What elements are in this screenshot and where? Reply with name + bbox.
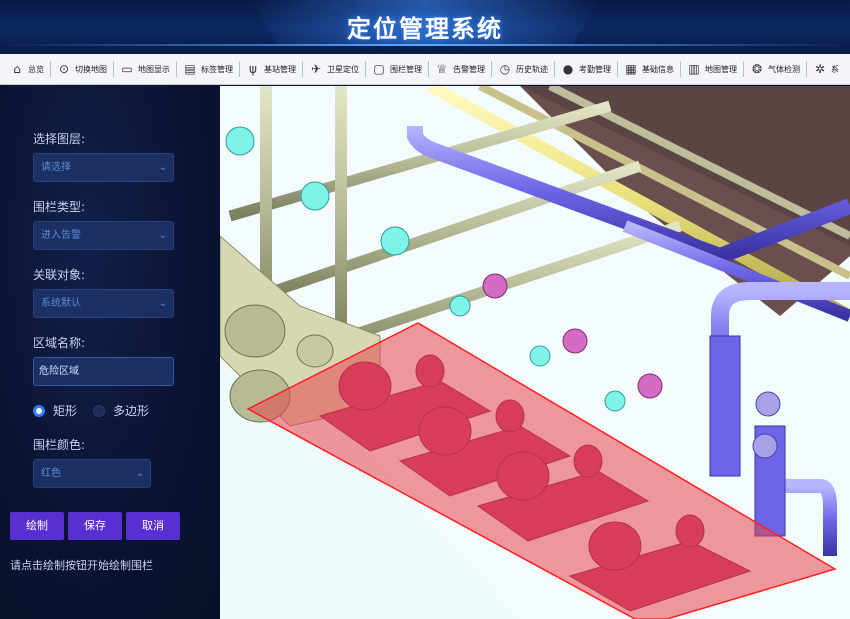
nav-item-label: 标签管理 [201, 64, 233, 74]
nav-item-label: 卫星定位 [327, 64, 359, 74]
nav-item-label: 气体检测 [768, 64, 800, 74]
nav-item-label: 总览 [28, 64, 44, 74]
nav-item-label: 系 [831, 64, 839, 74]
nav-separator [365, 61, 366, 77]
nav-item-0[interactable]: ⌂ 总览 [6, 54, 48, 84]
nav-item-label: 地图显示 [138, 64, 170, 74]
nav-separator [491, 61, 492, 77]
nav-item-7[interactable]: ♕ 告警管理 [431, 54, 489, 84]
shape-rect-label: 矩形 [53, 404, 78, 418]
nav-separator [239, 61, 240, 77]
nav-item-8[interactable]: ◷ 历史轨迹 [494, 54, 552, 84]
draw-hint-text: 请点击绘制按钮开始绘制围栏 [10, 559, 153, 572]
fence-color-select[interactable]: 红色 ⌄ [33, 459, 151, 488]
map-3d-viewport[interactable] [220, 86, 850, 619]
tag-list-icon: ▤ [184, 62, 196, 76]
alarm-icon: ♕ [436, 62, 448, 76]
area-name-input[interactable]: 危险区域 [33, 357, 174, 386]
app-title: 定位管理系统 [347, 15, 503, 43]
fence-color-label: 围栏颜色: [33, 438, 86, 452]
chevron-down-icon: ⌄ [158, 230, 167, 241]
nav-item-label: 基站管理 [264, 64, 296, 74]
shape-polygon-radio[interactable]: 多边形 [93, 402, 149, 419]
chevron-down-icon: ⌄ [135, 468, 144, 479]
nav-item-10[interactable]: ▦ 基础信息 [620, 54, 678, 84]
fence-type-select[interactable]: 进入告警 ⌄ [33, 221, 174, 250]
shape-polygon-label: 多边形 [113, 404, 150, 418]
draw-button[interactable]: 绘制 [10, 512, 64, 540]
nav-item-9[interactable]: ● 考勤管理 [557, 54, 615, 84]
nav-item-13[interactable]: ✲ 系 [809, 54, 843, 84]
nav-separator [680, 61, 681, 77]
nav-item-label: 切换地图 [75, 64, 107, 74]
home-icon: ⌂ [13, 62, 21, 76]
radio-unchecked-icon [93, 404, 105, 417]
nav-item-6[interactable]: ▢ 围栏管理 [368, 54, 426, 84]
nav-separator [176, 61, 177, 77]
history-icon: ◷ [499, 62, 511, 76]
monitor-icon: ▭ [121, 62, 133, 76]
satellite-icon: ✈ [310, 62, 322, 76]
nav-item-label: 考勤管理 [579, 64, 611, 74]
fence-icon: ▢ [373, 62, 385, 76]
nav-item-2[interactable]: ▭ 地图显示 [116, 54, 174, 84]
info-doc-icon: ▦ [625, 62, 637, 76]
nav-item-label: 历史轨迹 [516, 64, 548, 74]
nav-item-12[interactable]: ❂ 气体检测 [746, 54, 804, 84]
nav-separator [428, 61, 429, 77]
nav-item-3[interactable]: ▤ 标签管理 [179, 54, 237, 84]
nav-separator [302, 61, 303, 77]
fence-color-select-value: 红色 [41, 468, 61, 479]
layer-label: 选择图层: [33, 132, 86, 146]
related-object-select[interactable]: 系统默认 ⌄ [33, 289, 174, 318]
attendance-icon: ● [562, 62, 574, 76]
gas-detect-icon: ❂ [751, 62, 763, 76]
chevron-down-icon: ⌄ [158, 298, 167, 309]
shape-rect-radio[interactable]: 矩形 [33, 402, 77, 419]
nav-item-11[interactable]: ▥ 地图管理 [683, 54, 741, 84]
related-object-select-value: 系统默认 [41, 298, 81, 309]
nav-separator [743, 61, 744, 77]
app-header: 定位管理系统 [0, 0, 850, 54]
layer-select[interactable]: 请选择 ⌄ [33, 153, 174, 182]
cancel-button[interactable]: 取消 [126, 512, 180, 540]
nav-separator [113, 61, 114, 77]
layer-select-value: 请选择 [41, 162, 71, 173]
nav-item-label: 围栏管理 [390, 64, 422, 74]
save-button[interactable]: 保存 [68, 512, 122, 540]
nav-separator [806, 61, 807, 77]
main-nav: ⌂ 总览 ⊙ 切换地图 ▭ 地图显示 ▤ 标签管理 ψ 基站管理 ✈ 卫星定位 ▢ 围栏管理 ♕ 告警管理 ◷ 历… [0, 54, 850, 85]
nav-item-1[interactable]: ⊙ 切换地图 [53, 54, 111, 84]
nav-item-5[interactable]: ✈ 卫星定位 [305, 54, 363, 84]
nav-item-label: 基础信息 [642, 64, 674, 74]
related-object-label: 关联对象: [33, 268, 86, 282]
fence-type-label: 围栏类型: [33, 200, 86, 214]
map-pin-icon: ⊙ [58, 62, 70, 76]
nav-item-label: 地图管理 [705, 64, 737, 74]
nav-item-label: 告警管理 [453, 64, 485, 74]
fence-type-select-value: 进入告警 [41, 230, 81, 241]
nav-separator [50, 61, 51, 77]
gear-icon: ✲ [814, 62, 826, 76]
area-name-label: 区域名称: [33, 336, 86, 350]
chevron-down-icon: ⌄ [158, 162, 167, 173]
antenna-icon: ψ [249, 62, 257, 76]
nav-separator [554, 61, 555, 77]
book-map-icon: ▥ [688, 62, 700, 76]
nav-separator [617, 61, 618, 77]
nav-item-4[interactable]: ψ 基站管理 [242, 54, 300, 84]
radio-checked-icon [33, 404, 45, 417]
